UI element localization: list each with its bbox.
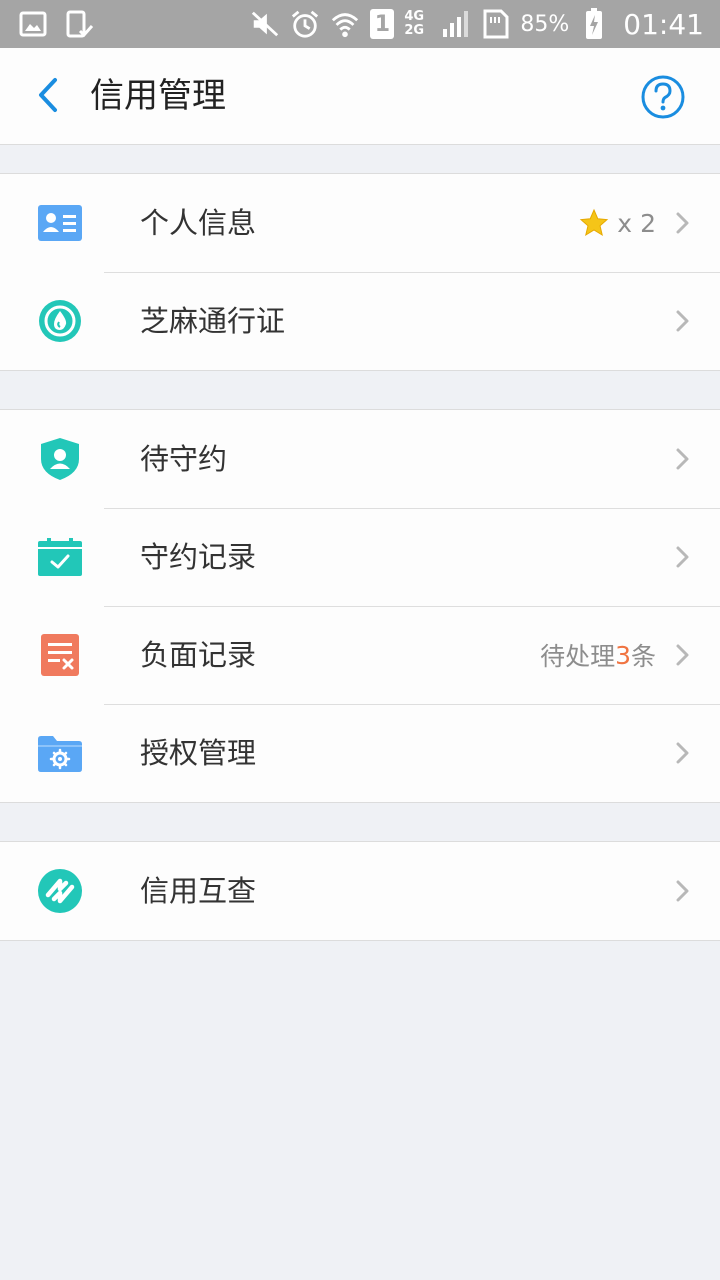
chevron-right-icon [676, 448, 689, 470]
wifi-icon [330, 9, 360, 39]
list-item-sesame-pass[interactable]: 芝麻通行证 [0, 272, 720, 370]
shield-user-icon [36, 437, 84, 481]
question-circle-icon [641, 75, 685, 119]
list-item-label: 待守约 [140, 442, 228, 476]
list-item-negative-records[interactable]: 负面记录 待处理 3 条 [0, 606, 720, 704]
id-card-icon [36, 201, 84, 245]
back-button[interactable] [22, 70, 72, 120]
sim-slot-indicator: 1 [370, 9, 395, 39]
network-type-top: 4G [404, 9, 425, 24]
pending-text: 待处理 [540, 642, 616, 671]
list-item-promise-records[interactable]: 守约记录 [0, 508, 720, 606]
list-item-label: 授权管理 [140, 736, 257, 770]
star-badge: x 2 [579, 174, 656, 272]
list-item-label: 负面记录 [140, 638, 257, 672]
star-badge-count: 2 [640, 208, 656, 238]
pending-unit: 条 [630, 642, 656, 671]
list-item-label: 芝麻通行证 [140, 304, 286, 338]
alarm-icon [290, 9, 320, 39]
battery-charging-icon [579, 8, 609, 39]
list-item-label: 个人信息 [140, 206, 257, 240]
mute-icon [250, 9, 280, 39]
list-item-label: 守约记录 [140, 540, 257, 574]
chevron-right-icon [676, 212, 689, 234]
credit-group-1: 个人信息 x 2 芝麻通行证 [0, 173, 720, 371]
page-title: 信用管理 [90, 76, 226, 116]
mutual-check-icon [36, 869, 84, 913]
list-item-authorization-management[interactable]: 授权管理 [0, 704, 720, 802]
pending-count-badge: 待处理 3 条 [540, 606, 656, 704]
status-bar: 1 4G 2G 85% 01:41 [0, 0, 720, 48]
network-type-bottom: 2G [404, 23, 425, 38]
sd-card-icon [480, 9, 510, 39]
calendar-check-icon [36, 535, 84, 579]
list-item-personal-info[interactable]: 个人信息 x 2 [0, 174, 720, 272]
battery-percent: 85% [520, 11, 570, 37]
document-x-icon [36, 633, 84, 677]
clock: 01:41 [623, 7, 704, 41]
app-header: 信用管理 [0, 48, 720, 145]
gallery-notification-icon [18, 9, 48, 39]
chevron-right-icon [676, 880, 689, 902]
signal-strength-icon [440, 9, 470, 39]
list-item-mutual-credit-check[interactable]: 信用互查 [0, 842, 720, 940]
star-icon [580, 208, 609, 237]
chevron-right-icon [676, 310, 689, 332]
help-button[interactable] [640, 74, 686, 120]
sesame-pass-icon [36, 299, 84, 343]
folder-gear-icon [36, 731, 84, 775]
device-check-notification-icon [64, 9, 94, 39]
credit-group-2: 待守约 守约记录 负面记录 待处理 3 条 授权管理 [0, 409, 720, 803]
chevron-right-icon [676, 644, 689, 666]
chevron-left-icon [39, 78, 57, 112]
credit-group-3: 信用互查 [0, 841, 720, 941]
list-item-label: 信用互查 [140, 874, 257, 908]
chevron-right-icon [676, 742, 689, 764]
chevron-right-icon [676, 546, 689, 568]
list-item-pending-promise[interactable]: 待守约 [0, 410, 720, 508]
pending-count: 3 [615, 640, 631, 670]
star-badge-prefix: x [617, 208, 633, 238]
network-type: 4G 2G [404, 10, 430, 38]
